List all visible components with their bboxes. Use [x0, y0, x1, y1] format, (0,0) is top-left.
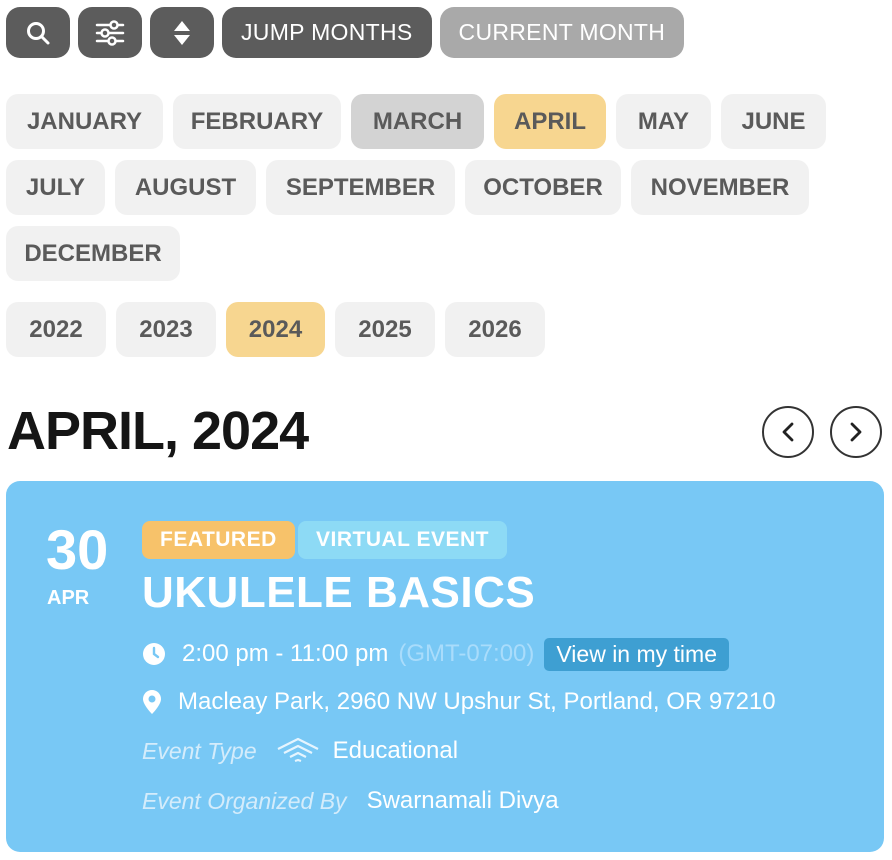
jump-months-button[interactable]: JUMP MONTHS [222, 7, 432, 58]
month-chip-january[interactable]: JANUARY [6, 94, 163, 149]
sort-updown-icon [174, 20, 190, 45]
search-button[interactable] [6, 7, 70, 58]
month-chip-august[interactable]: AUGUST [115, 160, 256, 215]
month-chip-september[interactable]: SEPTEMBER [266, 160, 455, 215]
event-organizer-row: Event Organized By Swarnamali Divya [142, 781, 559, 821]
month-chip-february[interactable]: FEBRUARY [173, 94, 341, 149]
event-location: Macleay Park, 2960 NW Upshur St, Portlan… [178, 688, 776, 715]
filter-sliders-icon [95, 19, 125, 46]
year-chip-2022[interactable]: 2022 [6, 302, 106, 357]
month-chip-june[interactable]: JUNE [721, 94, 826, 149]
event-organizer-label: Event Organized By [142, 787, 347, 814]
event-type-value: Educational [332, 737, 459, 764]
page-title: APRIL, 2024 [7, 401, 309, 461]
featured-badge: FEATURED [142, 521, 295, 559]
next-month-button[interactable] [830, 406, 882, 458]
chevron-right-icon [850, 422, 862, 442]
filter-button[interactable] [78, 7, 142, 58]
event-date-month: APR [47, 587, 90, 609]
wifi-waves-icon [277, 737, 319, 763]
year-chip-2025[interactable]: 2025 [335, 302, 435, 357]
sort-button[interactable] [150, 7, 214, 58]
event-time-row: 2:00 pm - 11:00 pm (GMT-07:00) View in m… [142, 636, 729, 672]
event-card[interactable]: 30 APR FEATURED VIRTUAL EVENT UKULELE BA… [6, 481, 884, 852]
event-title[interactable]: UKULELE BASICS [142, 565, 535, 621]
year-chip-2024[interactable]: 2024 [226, 302, 325, 357]
map-pin-icon [143, 690, 161, 714]
year-chip-2023[interactable]: 2023 [116, 302, 216, 357]
event-timezone: (GMT-07:00) [398, 640, 535, 667]
calendar-toolbar: JUMP MONTHS CURRENT MONTH [6, 7, 685, 58]
month-chip-may[interactable]: MAY [616, 94, 711, 149]
virtual-event-badge: VIRTUAL EVENT [298, 521, 507, 559]
month-chip-november[interactable]: NOVEMBER [631, 160, 809, 215]
previous-month-button[interactable] [762, 406, 814, 458]
event-time: 2:00 pm - 11:00 pm [182, 640, 389, 667]
month-chip-october[interactable]: OCTOBER [465, 160, 621, 215]
month-chip-april[interactable]: APRIL [494, 94, 606, 149]
view-in-my-time-button[interactable]: View in my time [544, 637, 729, 671]
event-organizer: Swarnamali Divya [366, 787, 559, 814]
event-date-day: 30 [46, 518, 109, 581]
event-type-label: Event Type [142, 737, 257, 764]
month-chip-march[interactable]: MARCH [351, 94, 484, 149]
clock-icon [143, 643, 165, 665]
month-chip-december[interactable]: DECEMBER [6, 226, 180, 281]
event-location-row: Macleay Park, 2960 NW Upshur St, Portlan… [142, 684, 776, 720]
event-type-row: Event Type Educational [142, 731, 458, 771]
year-chip-2026[interactable]: 2026 [445, 302, 545, 357]
month-chip-july[interactable]: JULY [6, 160, 105, 215]
search-icon [27, 21, 50, 44]
current-month-button[interactable]: CURRENT MONTH [439, 7, 685, 58]
chevron-left-icon [782, 422, 794, 442]
